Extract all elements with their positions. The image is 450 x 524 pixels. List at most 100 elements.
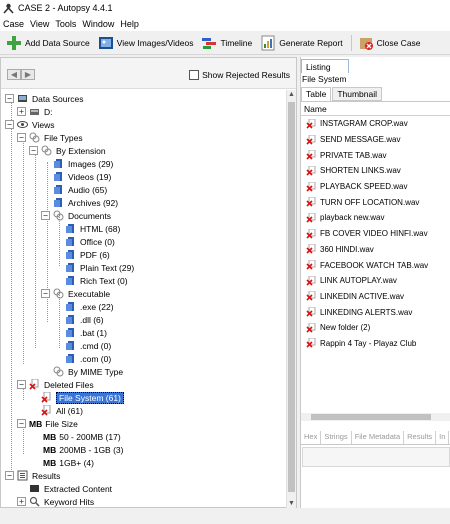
tree-node-d-drive[interactable]: + D:: [17, 105, 53, 118]
title-bar: CASE 2 - Autopsy 4.4.1: [0, 0, 450, 16]
tree-node-file-size[interactable]: − MB File Size: [17, 417, 78, 430]
view-images-videos-button[interactable]: View Images/Videos: [98, 33, 193, 53]
show-rejected-results-checkbox[interactable]: Show Rejected Results: [189, 70, 290, 80]
menu-tools[interactable]: Tools: [55, 19, 76, 29]
table-row[interactable]: SHORTEN LINKS.wav: [301, 163, 450, 179]
collapse-icon[interactable]: −: [5, 471, 14, 480]
tab-strings[interactable]: Strings: [321, 431, 352, 444]
size-200-1gb-label: 200MB - 1GB (3): [59, 444, 124, 455]
table-row[interactable]: PLAYBACK SPEED.wav: [301, 179, 450, 195]
tree-node-executable[interactable]: − Executable: [41, 287, 110, 300]
collapse-icon[interactable]: −: [29, 146, 38, 155]
deleted-file-icon: [306, 243, 316, 254]
menu-help[interactable]: Help: [120, 19, 139, 29]
menu-view[interactable]: View: [30, 19, 49, 29]
tree-node-images[interactable]: Images (29): [53, 157, 113, 170]
tree-node-views[interactable]: − Views: [5, 118, 55, 131]
table-row[interactable]: Rappin 4 Tay - Playaz Club: [301, 336, 450, 352]
scroll-thumb[interactable]: [311, 414, 431, 420]
collapse-icon[interactable]: −: [5, 120, 14, 129]
tree-node-archives[interactable]: Archives (92): [53, 196, 118, 209]
close-case-button[interactable]: Close Case: [358, 33, 421, 53]
tree-node-videos[interactable]: Videos (19): [53, 170, 111, 183]
checkbox-box[interactable]: [189, 70, 200, 80]
scroll-thumb[interactable]: [288, 102, 295, 492]
collapse-icon[interactable]: −: [5, 94, 14, 103]
table-row[interactable]: SEND MESSAGE.wav: [301, 132, 450, 148]
tree-node-by-mime-type[interactable]: By MIME Type: [41, 365, 123, 378]
table-row[interactable]: INSTAGRAM CROP.wav: [301, 116, 450, 132]
back-arrow-icon[interactable]: ◀: [7, 69, 21, 80]
collapse-icon[interactable]: −: [41, 211, 50, 220]
table-row[interactable]: New folder (2): [301, 320, 450, 336]
tab-table[interactable]: Table: [301, 87, 332, 101]
table-row[interactable]: FACEBOOK WATCH TAB.wav: [301, 257, 450, 273]
tab-results[interactable]: Results: [404, 431, 437, 444]
tree-node-deleted-files[interactable]: − Deleted Files: [17, 378, 94, 391]
tree-vertical-scrollbar[interactable]: ▲ ▼: [286, 90, 296, 508]
table-row[interactable]: TURN OFF LOCATION.wav: [301, 194, 450, 210]
tree-node-file-system[interactable]: File System (61): [41, 391, 124, 404]
file-group-icon: [65, 353, 76, 364]
tree-node-html[interactable]: HTML (68): [65, 222, 120, 235]
table-row[interactable]: 360 HINDI.wav: [301, 242, 450, 258]
table-row[interactable]: LINKEDIN ACTIVE.wav: [301, 289, 450, 305]
collapse-icon[interactable]: −: [41, 289, 50, 298]
table-row[interactable]: LINKEDING ALERTS.wav: [301, 304, 450, 320]
tree-node-dll[interactable]: .dll (6): [65, 313, 104, 326]
collapse-icon[interactable]: −: [17, 380, 26, 389]
file-name: SEND MESSAGE.wav: [320, 135, 401, 145]
collapse-icon[interactable]: −: [17, 133, 26, 142]
add-data-source-button[interactable]: Add Data Source: [6, 33, 90, 53]
tree-node-office[interactable]: Office (0): [65, 235, 115, 248]
generate-report-button[interactable]: Generate Report: [260, 33, 343, 53]
tree-node-pdf[interactable]: PDF (6): [65, 248, 110, 261]
tab-listing[interactable]: Listing: [301, 59, 349, 73]
timeline-button[interactable]: Timeline: [201, 33, 252, 53]
tree-node-size-200-1gb[interactable]: MB 200MB - 1GB (3): [43, 443, 123, 456]
tree-node-size-1gb[interactable]: MB 1GB+ (4): [43, 456, 94, 469]
archives-label: Archives (92): [68, 197, 119, 208]
menu-window[interactable]: Window: [82, 19, 114, 29]
menu-case[interactable]: Case: [3, 19, 24, 29]
tree-node-size-50-200[interactable]: MB 50 - 200MB (17): [43, 430, 121, 443]
mb-icon: MB: [43, 444, 57, 455]
tree-node-audio[interactable]: Audio (65): [53, 183, 107, 196]
scroll-down-icon[interactable]: ▼: [288, 500, 295, 507]
tree-node-rich-text[interactable]: Rich Text (0): [65, 274, 128, 287]
tree-node-exe[interactable]: .exe (22): [65, 300, 114, 313]
listing-horizontal-scrollbar[interactable]: [301, 413, 450, 421]
scroll-up-icon[interactable]: ▲: [288, 91, 295, 98]
tree-node-by-extension[interactable]: − By Extension: [29, 144, 106, 157]
tree-node-com[interactable]: .com (0): [65, 352, 111, 365]
expand-icon[interactable]: +: [17, 497, 26, 506]
tree-node-keyword-hits[interactable]: + Keyword Hits: [17, 495, 94, 508]
tab-indexed-text[interactable]: In: [436, 431, 450, 444]
collapse-icon[interactable]: −: [17, 419, 26, 428]
column-header-name[interactable]: Name: [301, 102, 450, 116]
timeline-icon: [201, 35, 217, 51]
results-label: Results: [32, 470, 61, 481]
tree-node-extracted-content[interactable]: Extracted Content: [29, 482, 112, 495]
tree-node-documents[interactable]: − Documents: [41, 209, 111, 222]
table-row[interactable]: FB COVER VIDEO HINFI.wav: [301, 226, 450, 242]
tree-node-cmd[interactable]: .cmd (0): [65, 339, 111, 352]
deleted-file-icon: [306, 212, 316, 223]
expand-icon[interactable]: +: [17, 107, 26, 116]
office-label: Office (0): [80, 236, 115, 247]
tab-thumbnail[interactable]: Thumbnail: [332, 87, 383, 101]
tree-node-plain-text[interactable]: Plain Text (29): [65, 261, 134, 274]
tree-node-results[interactable]: − Results: [5, 469, 60, 482]
tree-node-bat[interactable]: .bat (1): [65, 326, 107, 339]
tree-node-all[interactable]: All (61): [41, 404, 83, 417]
forward-arrow-icon[interactable]: ▶: [21, 69, 35, 80]
content-viewer-tabs: Hex Strings File Metadata Results In: [301, 431, 450, 445]
file-name: TURN OFF LOCATION.wav: [320, 197, 420, 207]
table-row[interactable]: playback new.wav: [301, 210, 450, 226]
tree-node-data-sources[interactable]: − Data Sources: [5, 92, 84, 105]
tab-file-metadata[interactable]: File Metadata: [352, 431, 405, 444]
tree-node-file-types[interactable]: − File Types: [17, 131, 83, 144]
table-row[interactable]: PRIVATE TAB.wav: [301, 147, 450, 163]
table-row[interactable]: LINK AUTOPLAY.wav: [301, 273, 450, 289]
tab-hex[interactable]: Hex: [301, 431, 322, 444]
